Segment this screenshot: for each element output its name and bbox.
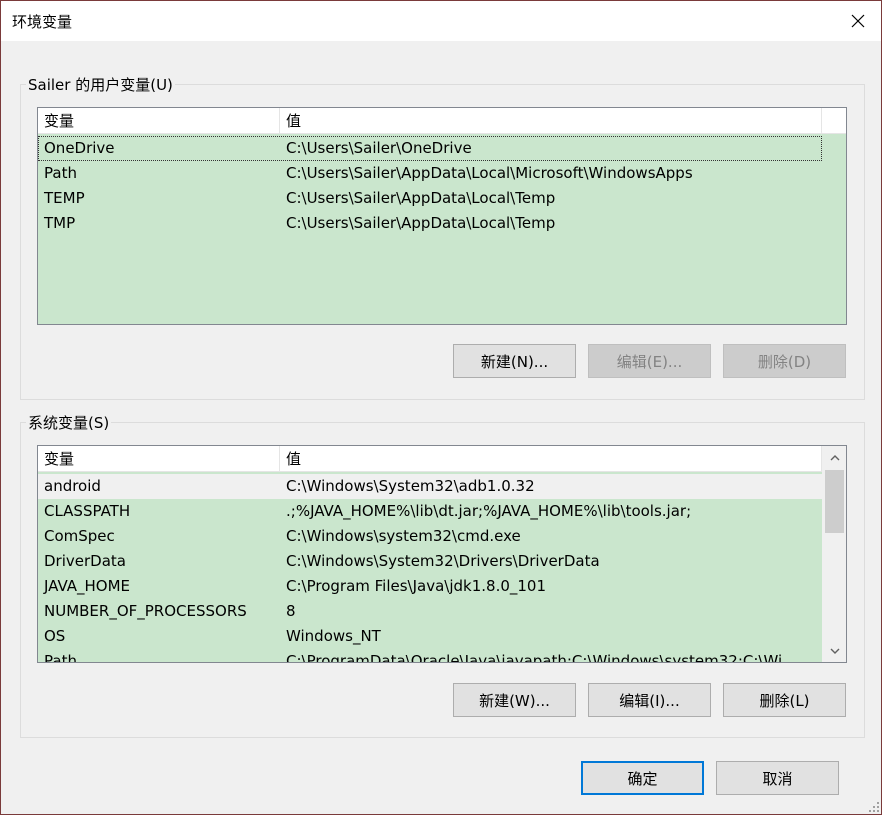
variable-value-cell: C:\Users\Sailer\AppData\Local\Microsoft\… (286, 164, 693, 182)
table-row[interactable]: DriverData C:\Windows\System32\Drivers\Dr… (38, 549, 822, 574)
scroll-up-button[interactable] (823, 446, 846, 468)
system-new-button[interactable]: 新建(W)... (453, 683, 576, 717)
system-variables-label: 系统变量(S) (26, 412, 112, 433)
column-header-variable[interactable]: 变量 (38, 446, 280, 472)
table-row[interactable]: CLASSPATH .;%JAVA_HOME%\lib\dt.jar;%JAVA_… (38, 499, 822, 524)
variable-name-cell: JAVA_HOME (44, 577, 131, 595)
user-list-header: 变量 值 (38, 108, 846, 134)
variable-value-cell: Windows_NT (286, 627, 381, 645)
scroll-down-button[interactable] (823, 640, 846, 662)
variable-name-cell: DriverData (44, 552, 126, 570)
column-header-value[interactable]: 值 (280, 446, 822, 472)
user-edit-button[interactable]: 编辑(E)... (588, 344, 711, 378)
chevron-down-icon (830, 648, 839, 654)
system-list-header: 变量 值 (38, 446, 822, 472)
table-row[interactable]: TEMP C:\Users\Sailer\AppData\Local\Temp (38, 186, 822, 211)
variable-name-cell: CLASSPATH (44, 502, 131, 520)
system-delete-button[interactable]: 删除(L) (723, 683, 846, 717)
column-header-variable[interactable]: 变量 (38, 108, 280, 134)
user-variables-list[interactable]: 变量 值 OneDrive C:\Users\Sailer\OneDrive Pat… (37, 107, 847, 325)
variable-name-cell: ComSpec (44, 527, 115, 545)
system-variables-list[interactable]: 变量 值 android C:\Windows\System32\adb1.0.3… (37, 445, 847, 663)
variable-value-cell: C:\Windows\System32\adb1.0.32 (286, 477, 535, 495)
user-variables-label: Sailer 的用户变量(U) (26, 74, 175, 95)
variable-value-cell: C:\Windows\System32\Drivers\DriverData (286, 552, 600, 570)
variable-name-cell: Path (44, 652, 77, 663)
ok-button[interactable]: 确定 (581, 761, 704, 795)
column-header-value[interactable]: 值 (280, 108, 822, 134)
title-bar: 环境变量 (1, 1, 881, 41)
user-new-button[interactable]: 新建(N)... (453, 344, 576, 378)
variable-name-cell: android (44, 477, 101, 495)
variable-name-cell: TEMP (44, 189, 85, 207)
variable-value-cell: C:\Users\Sailer\OneDrive (286, 139, 472, 157)
variable-value-cell: .;%JAVA_HOME%\lib\dt.jar;%JAVA_HOME%\lib… (286, 502, 692, 520)
cancel-button[interactable]: 取消 (716, 761, 839, 795)
variable-value-cell: C:\Windows\system32\cmd.exe (286, 527, 521, 545)
system-edit-button[interactable]: 编辑(I)... (588, 683, 711, 717)
variable-value-cell: C:\ProgramData\Oracle\Java\javapath;C:\W… (286, 652, 783, 663)
variable-name-cell: OS (44, 627, 66, 645)
environment-variables-dialog: 环境变量 Sailer 的用户变量(U) 变量 值 OneDrive C:\Use… (0, 0, 882, 815)
variable-value-cell: C:\Users\Sailer\AppData\Local\Temp (286, 189, 556, 207)
variable-name-cell: NUMBER_OF_PROCESSORS (44, 602, 247, 620)
variable-name-cell: TMP (44, 214, 76, 232)
table-row[interactable]: Path C:\Users\Sailer\AppData\Local\Micros… (38, 161, 822, 186)
table-row[interactable]: TMP C:\Users\Sailer\AppData\Local\Temp (38, 211, 822, 236)
table-row[interactable]: android C:\Windows\System32\adb1.0.32 (38, 474, 822, 499)
scrollbar-thumb[interactable] (825, 470, 844, 533)
user-delete-button[interactable]: 删除(D) (723, 344, 846, 378)
resize-grip-icon[interactable] (867, 800, 879, 812)
table-row[interactable]: Path C:\ProgramData\Oracle\Java\javapath;… (38, 649, 822, 663)
chevron-up-icon (830, 454, 839, 460)
vertical-scrollbar[interactable] (822, 446, 846, 662)
variable-value-cell: C:\Program Files\Java\jdk1.8.0_101 (286, 577, 547, 595)
variable-value-cell: 8 (286, 602, 296, 620)
variable-value-cell: C:\Users\Sailer\AppData\Local\Temp (286, 214, 556, 232)
variable-name-cell: OneDrive (44, 139, 115, 157)
close-icon (851, 14, 865, 28)
table-row[interactable]: ComSpec C:\Windows\system32\cmd.exe (38, 524, 822, 549)
variable-name-cell: Path (44, 164, 77, 182)
table-row[interactable]: OneDrive C:\Users\Sailer\OneDrive (38, 136, 822, 161)
table-row[interactable]: NUMBER_OF_PROCESSORS 8 (38, 599, 822, 624)
dialog-title: 环境变量 (12, 13, 73, 31)
close-button[interactable] (835, 1, 881, 41)
table-row[interactable]: OS Windows_NT (38, 624, 822, 649)
table-row[interactable]: JAVA_HOME C:\Program Files\Java\jdk1.8.0_… (38, 574, 822, 599)
